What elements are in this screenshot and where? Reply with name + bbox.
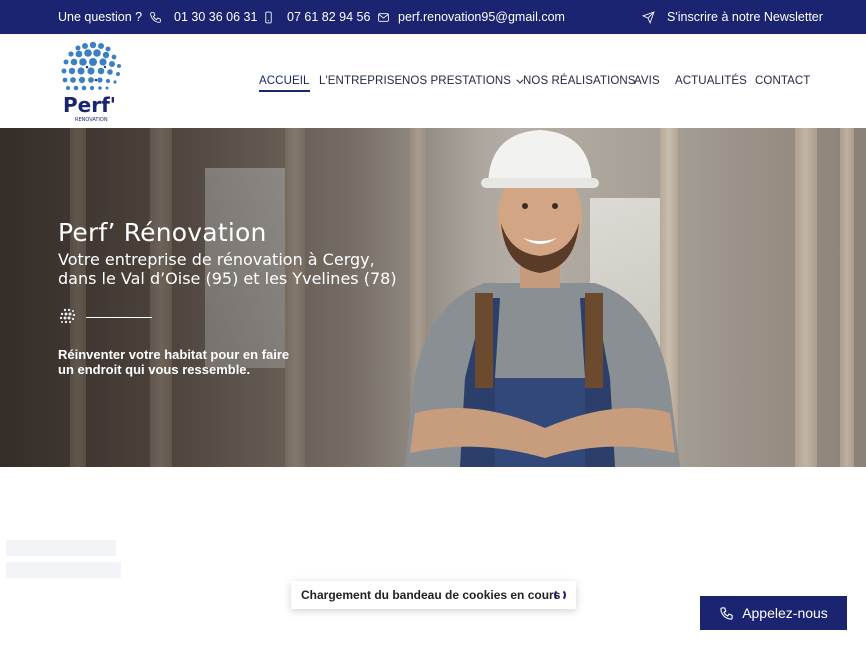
phone-1-text[interactable]: 01 30 36 06 31 (174, 10, 257, 24)
phone-icon (150, 11, 161, 23)
email-text[interactable]: perf.renovation95@gmail.com (398, 10, 565, 24)
hero-divider (58, 307, 152, 327)
nav-item-realisations[interactable]: NOS RÉALISATIONS (523, 75, 636, 87)
question-text: Une question ? (58, 10, 143, 24)
faded-section-heading (6, 540, 121, 578)
cookie-loading-banner: Chargement du bandeau de cookies en cour… (291, 581, 576, 609)
nav-item-avis[interactable]: AVIS (634, 75, 660, 87)
nav-item-actualites[interactable]: ACTUALITÉS (675, 75, 747, 87)
logo-mark: Perf' RENOVATION (61, 41, 121, 123)
nav-item-accueil[interactable]: ACCUEIL (259, 75, 310, 92)
question-label: Une question ? (58, 0, 142, 34)
divider-line (86, 316, 152, 318)
nav-item-prestations[interactable]: NOS PRESTATIONS (402, 75, 524, 87)
send-icon (642, 10, 655, 24)
logo-subtext: RENOVATION (75, 117, 108, 123)
faded-line (6, 540, 116, 556)
nav-item-contact[interactable]: CONTACT (755, 75, 810, 87)
logo-dots-icon (59, 308, 76, 324)
newsletter-link[interactable]: S'inscrire à notre Newsletter (642, 0, 823, 34)
phone-2-text[interactable]: 07 61 82 94 56 (287, 10, 370, 24)
phone-icon (720, 606, 733, 620)
logo[interactable]: Perf' RENOVATION (58, 40, 124, 124)
nav-item-entreprise[interactable]: L'ENTREPRISE (319, 75, 402, 87)
spinner-icon (554, 589, 566, 601)
worker-photo (405, 130, 680, 467)
newsletter-text[interactable]: S'inscrire à notre Newsletter (667, 10, 823, 24)
phone-2-link[interactable]: 07 61 82 94 56 (262, 0, 370, 34)
phone-1-link[interactable]: 01 30 36 06 31 (149, 0, 257, 34)
top-bar: Une question ? 01 30 36 06 31 07 61 82 9… (0, 0, 866, 34)
hero-subtitle: Votre entreprise de rénovation à Cergy, … (58, 250, 397, 288)
hero-tagline: Réinventer votre habitat pour en faire u… (58, 347, 290, 377)
hero-banner: Perf’ Rénovation Votre entreprise de rén… (0, 128, 866, 467)
logo-text: Perf' (63, 93, 116, 117)
email-link[interactable]: perf.renovation95@gmail.com (377, 0, 565, 34)
mobile-icon (265, 11, 272, 23)
nav-item-prestations-label[interactable]: NOS PRESTATIONS (402, 75, 511, 87)
faded-line (6, 562, 121, 578)
hero-title: Perf’ Rénovation (58, 218, 267, 247)
site-header: Perf' RENOVATION ACCUEIL L'ENTREPRISE NO… (0, 34, 866, 128)
call-us-label[interactable]: Appelez-nous (742, 605, 828, 621)
call-us-button[interactable]: Appelez-nous (700, 596, 847, 630)
mail-icon (378, 12, 389, 22)
cookie-loading-text: Chargement du bandeau de cookies en cour… (301, 588, 561, 602)
